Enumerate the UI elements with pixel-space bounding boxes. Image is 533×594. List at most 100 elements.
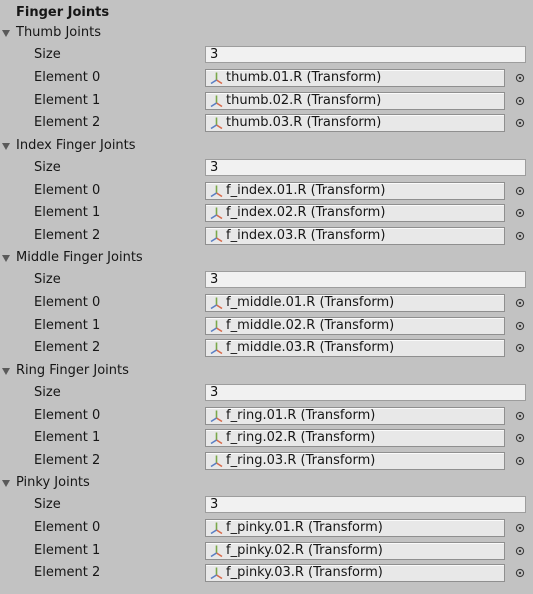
transform-value: f_index.03.R (Transform) — [226, 227, 386, 243]
transform-field[interactable]: f_ring.02.R (Transform) — [205, 429, 505, 447]
object-picker-icon[interactable] — [515, 523, 525, 533]
object-picker-icon[interactable] — [515, 73, 525, 83]
transform-axes-icon — [210, 95, 223, 107]
transform-axes-icon — [210, 432, 223, 445]
transform-axes-icon — [210, 117, 223, 130]
transform-field[interactable]: thumb.03.R (Transform) — [205, 114, 505, 132]
element-row: Element 0 f_pinky.01.R (Transform) — [0, 517, 533, 539]
transform-value: f_ring.02.R (Transform) — [226, 430, 376, 445]
transform-field[interactable]: f_index.02.R (Transform) — [205, 204, 505, 222]
transform-field[interactable]: f_index.01.R (Transform) — [205, 181, 505, 200]
object-picker-icon[interactable] — [515, 433, 525, 443]
triangle-down-icon[interactable] — [2, 255, 10, 262]
element-row: Element 0 f_index.01.R (Transform) — [0, 180, 533, 202]
triangle-down-icon[interactable] — [2, 30, 10, 37]
transform-axes-icon — [210, 545, 223, 557]
transform-value: f_middle.03.R (Transform) — [226, 340, 395, 355]
element-label: Element 1 — [34, 92, 101, 108]
size-label: Size — [34, 47, 61, 62]
element-row: Element 2 f_index.03.R (Transform) — [0, 225, 533, 247]
transform-field[interactable]: f_ring.01.R (Transform) — [205, 406, 505, 425]
object-picker-icon[interactable] — [515, 321, 525, 331]
object-picker-icon[interactable] — [515, 343, 525, 353]
element-row: Element 2 f_middle.03.R (Transform) — [0, 337, 533, 359]
element-label: Element 0 — [34, 295, 101, 310]
element-label: Element 2 — [34, 565, 101, 580]
element-row: Element 1 f_pinky.02.R (Transform) — [0, 540, 533, 562]
object-picker-icon[interactable] — [515, 118, 525, 128]
transform-field[interactable]: f_ring.03.R (Transform) — [205, 451, 505, 470]
triangle-down-icon[interactable] — [2, 480, 10, 487]
object-picker-icon[interactable] — [515, 411, 525, 421]
element-label: Element 2 — [34, 452, 101, 468]
group-label: Index Finger Joints — [16, 137, 136, 153]
transform-value: f_middle.01.R (Transform) — [226, 295, 395, 310]
group-foldout[interactable]: Thumb Joints — [0, 22, 300, 44]
object-picker-icon[interactable] — [515, 208, 525, 218]
size-row: Size 3 — [0, 157, 533, 179]
element-label: Element 1 — [34, 430, 101, 445]
transform-field[interactable]: thumb.01.R (Transform) — [205, 69, 505, 87]
transform-axes-icon — [210, 207, 223, 220]
element-label: Element 0 — [34, 70, 101, 85]
transform-value: f_pinky.02.R (Transform) — [226, 542, 383, 558]
transform-field[interactable]: f_pinky.03.R (Transform) — [205, 564, 505, 582]
joint-group: Pinky Joints Size 3 Element 0 f_pinky.01… — [0, 472, 533, 584]
group-label: Middle Finger Joints — [16, 250, 143, 265]
transform-field[interactable]: thumb.02.R (Transform) — [205, 91, 505, 110]
transform-field[interactable]: f_middle.02.R (Transform) — [205, 316, 505, 335]
object-picker-icon[interactable] — [515, 546, 525, 556]
size-label: Size — [34, 272, 61, 287]
object-picker-icon[interactable] — [515, 456, 525, 466]
group-foldout[interactable]: Middle Finger Joints — [0, 247, 300, 269]
size-row: Size 3 — [0, 494, 533, 516]
object-picker-icon[interactable] — [515, 298, 525, 308]
group-label: Ring Finger Joints — [16, 362, 129, 378]
element-label: Element 1 — [34, 542, 101, 558]
size-label: Size — [34, 159, 61, 175]
group-foldout[interactable]: Ring Finger Joints — [0, 360, 300, 382]
object-picker-icon[interactable] — [515, 231, 525, 241]
triangle-down-icon[interactable] — [2, 142, 10, 150]
size-row: Size 3 — [0, 382, 533, 404]
object-picker-icon[interactable] — [515, 186, 525, 196]
object-picker-icon[interactable] — [515, 568, 525, 578]
element-label: Element 0 — [34, 520, 101, 535]
size-input[interactable]: 3 — [205, 46, 526, 63]
joint-group: Middle Finger Joints Size 3 Element 0 f_… — [0, 247, 533, 359]
joint-group: Index Finger Joints Size 3 Element 0 f_i… — [0, 135, 533, 247]
section-title: Finger Joints — [16, 5, 110, 20]
transform-axes-icon — [210, 185, 223, 197]
element-label: Element 2 — [34, 227, 101, 243]
transform-value: thumb.03.R (Transform) — [226, 115, 382, 130]
transform-field[interactable]: f_pinky.02.R (Transform) — [205, 541, 505, 560]
group-foldout[interactable]: Index Finger Joints — [0, 135, 300, 157]
transform-axes-icon — [210, 567, 223, 580]
size-input[interactable]: 3 — [205, 383, 526, 401]
element-label: Element 1 — [34, 317, 101, 333]
transform-value: thumb.01.R (Transform) — [226, 70, 382, 85]
triangle-down-icon[interactable] — [2, 367, 10, 375]
joint-group: Ring Finger Joints Size 3 Element 0 f_ri… — [0, 360, 533, 472]
transform-axes-icon — [210, 522, 223, 535]
object-picker-icon[interactable] — [515, 96, 525, 106]
transform-axes-icon — [210, 455, 223, 467]
transform-axes-icon — [210, 297, 223, 310]
inspector-panel: Finger Joints Thumb Joints Size 3 Elemen… — [0, 0, 533, 594]
element-row: Element 1 f_ring.02.R (Transform) — [0, 427, 533, 449]
size-row: Size 3 — [0, 44, 533, 66]
size-input[interactable]: 3 — [205, 158, 526, 176]
transform-field[interactable]: f_middle.01.R (Transform) — [205, 294, 505, 312]
transform-axes-icon — [210, 72, 223, 85]
group-foldout[interactable]: Pinky Joints — [0, 472, 300, 494]
transform-field[interactable]: f_pinky.01.R (Transform) — [205, 519, 505, 537]
transform-field[interactable]: f_middle.03.R (Transform) — [205, 339, 505, 357]
transform-field[interactable]: f_index.03.R (Transform) — [205, 226, 505, 245]
size-input[interactable]: 3 — [205, 271, 526, 288]
size-input[interactable]: 3 — [205, 496, 526, 513]
transform-value: f_ring.03.R (Transform) — [226, 452, 376, 468]
transform-value: f_pinky.01.R (Transform) — [226, 520, 383, 535]
transform-value: f_middle.02.R (Transform) — [226, 317, 395, 333]
transform-axes-icon — [210, 230, 223, 242]
element-row: Element 1 thumb.02.R (Transform) — [0, 90, 533, 112]
